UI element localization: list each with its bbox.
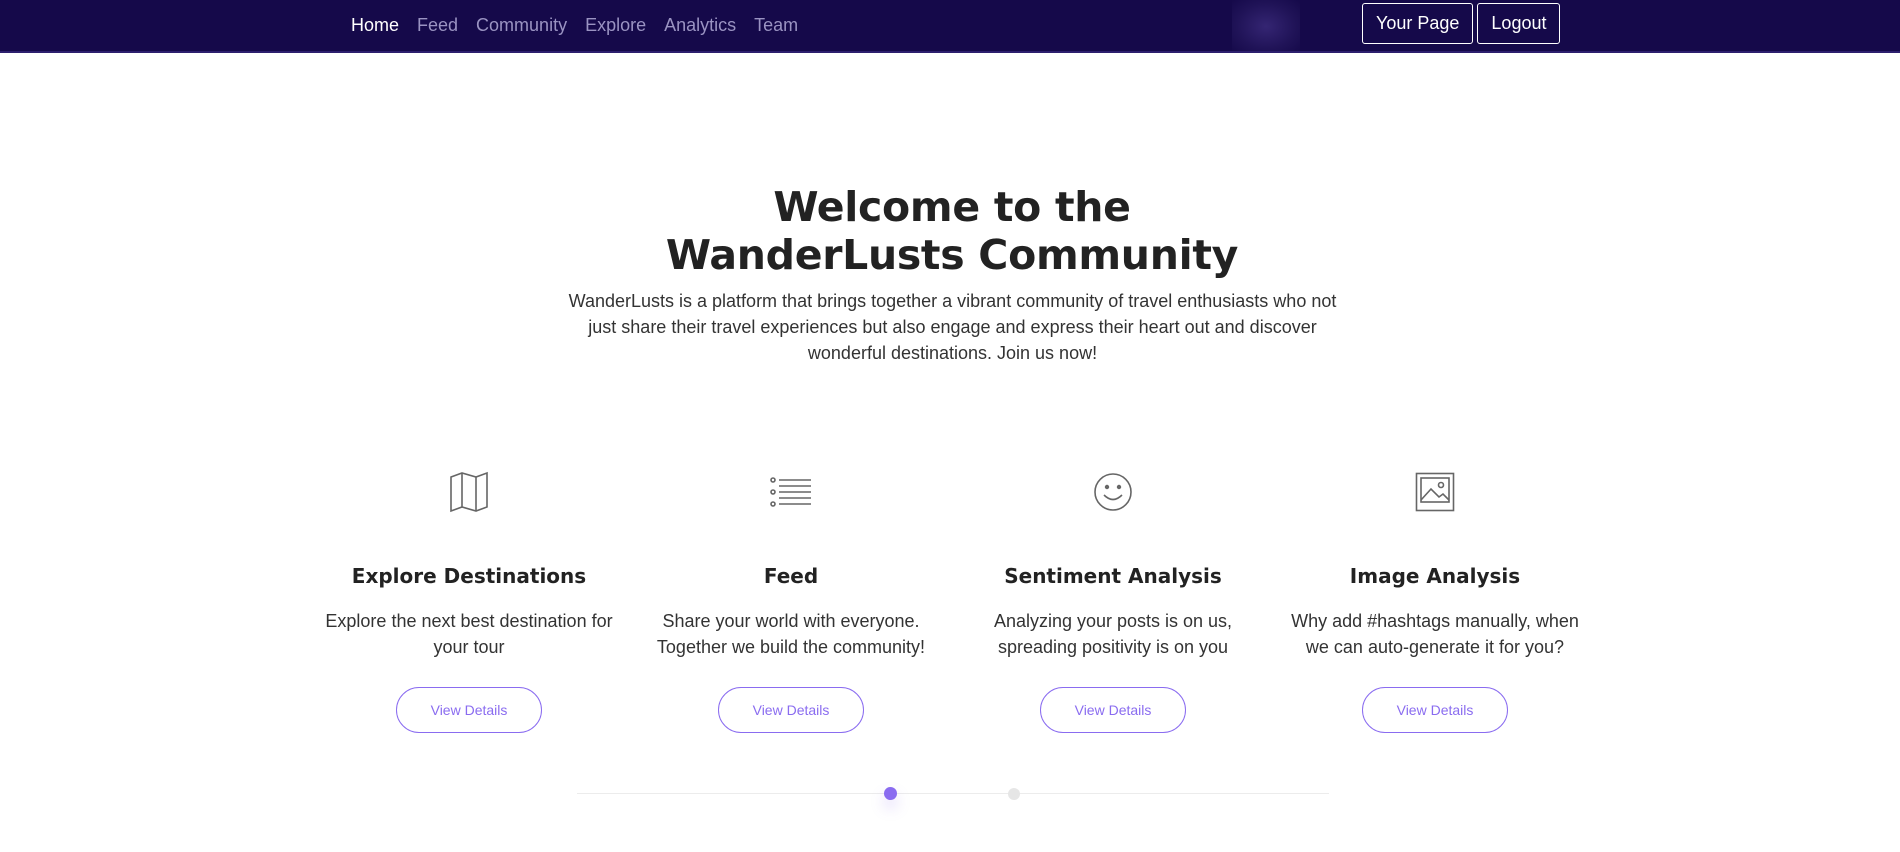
carousel-track: [577, 793, 1329, 794]
logout-button[interactable]: Logout: [1477, 3, 1561, 44]
carousel-dot-2[interactable]: [1008, 788, 1020, 800]
list-icon: [770, 477, 812, 507]
feature-card-image: Image Analysis Why add #hashtags manuall…: [1274, 468, 1596, 733]
feature-description: Why add #hashtags manually, when we can …: [1291, 611, 1579, 657]
main-nav: Home Feed Community Explore Analytics Te…: [351, 0, 816, 50]
nav-buttons: Your Page Logout: [1362, 3, 1561, 45]
page-title: Welcome to the WanderLusts Community: [665, 183, 1239, 279]
nav-link-feed[interactable]: Feed: [417, 15, 458, 36]
view-details-button[interactable]: View Details: [1362, 687, 1508, 733]
feature-card-feed: Feed Share your world with everyone. Tog…: [630, 468, 952, 733]
feature-title: Sentiment Analysis: [1004, 564, 1222, 588]
view-details-button[interactable]: View Details: [718, 687, 864, 733]
top-navbar: Home Feed Community Explore Analytics Te…: [0, 0, 1900, 53]
carousel-dot-1[interactable]: [884, 787, 897, 800]
your-page-button[interactable]: Your Page: [1362, 3, 1474, 44]
feature-description: Share your world with everyone. Together…: [656, 611, 926, 657]
navbar-background-image: [1232, 0, 1300, 51]
view-details-button[interactable]: View Details: [1040, 687, 1186, 733]
feature-title: Image Analysis: [1349, 564, 1521, 588]
feature-description: Explore the next best destination for yo…: [325, 611, 613, 657]
feature-title: Explore Destinations: [351, 564, 587, 588]
smiley-icon: [1093, 472, 1133, 512]
feature-description: Analyzing your posts is on us, spreading…: [993, 611, 1233, 657]
nav-link-team[interactable]: Team: [754, 15, 798, 36]
feature-title: Feed: [763, 564, 819, 588]
nav-link-community[interactable]: Community: [476, 15, 567, 36]
map-icon: [449, 471, 489, 513]
nav-link-explore[interactable]: Explore: [585, 15, 646, 36]
nav-link-analytics[interactable]: Analytics: [664, 15, 736, 36]
nav-link-home[interactable]: Home: [351, 15, 399, 36]
view-details-button[interactable]: View Details: [396, 687, 542, 733]
feature-card-sentiment: Sentiment Analysis Analyzing your posts …: [952, 468, 1274, 733]
hero-description: WanderLusts is a platform that brings to…: [568, 291, 1337, 363]
image-icon: [1415, 472, 1455, 512]
features-section: Explore Destinations Explore the next be…: [308, 468, 1596, 738]
feature-card-explore: Explore Destinations Explore the next be…: [308, 468, 630, 733]
